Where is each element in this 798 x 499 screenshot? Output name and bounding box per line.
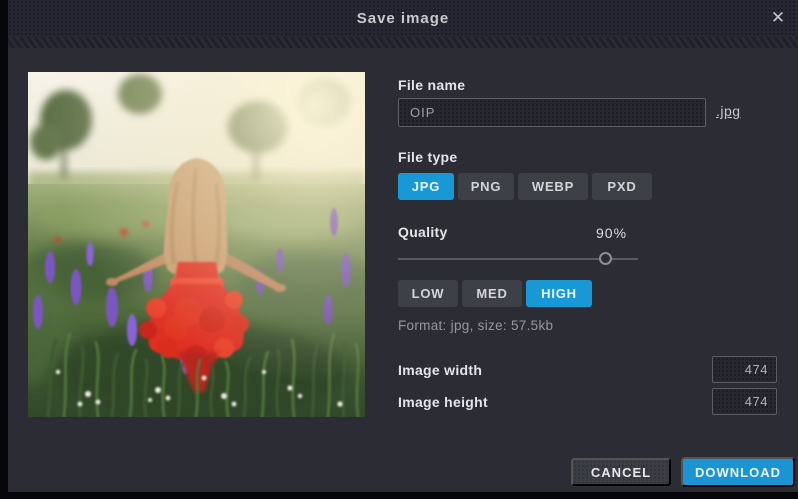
file-type-pxd-button[interactable]: PXD [592,173,652,200]
format-size-info: Format: jpg, size: 57.5kb [398,318,553,333]
quality-value: 90% [596,225,627,241]
file-type-label: File type [398,149,458,165]
file-name-input[interactable]: OIP [398,98,706,127]
file-type-jpg-button[interactable]: JPG [398,173,454,200]
quality-med-button[interactable]: MED [462,280,522,307]
file-type-png-button[interactable]: PNG [458,173,514,200]
dialog-titlebar: Save image ✕ [8,0,798,37]
quality-high-button[interactable]: HIGH [526,280,592,307]
image-width-input[interactable]: 474 [712,356,777,383]
file-name-label: File name [398,77,465,93]
dialog-title: Save image [357,10,450,27]
quality-slider-handle[interactable] [599,252,612,265]
download-button[interactable]: DOWNLOAD [681,457,795,487]
image-height-input[interactable]: 474 [712,388,777,415]
titlebar-stripe-divider [8,37,798,48]
image-height-label: Image height [398,394,488,410]
file-type-webp-button[interactable]: WEBP [518,173,588,200]
quality-label: Quality [398,224,448,240]
save-image-dialog: Save image ✕ [8,0,798,492]
cancel-button[interactable]: CANCEL [571,458,671,486]
quality-slider[interactable] [398,251,638,267]
close-icon[interactable]: ✕ [766,6,790,30]
save-image-dialog-screen: Save image ✕ [0,0,798,499]
quality-low-button[interactable]: LOW [398,280,458,307]
image-preview [28,72,365,417]
image-width-label: Image width [398,362,482,378]
preview-image-illustration [28,72,365,417]
file-extension-link[interactable]: .jpg [716,103,741,119]
